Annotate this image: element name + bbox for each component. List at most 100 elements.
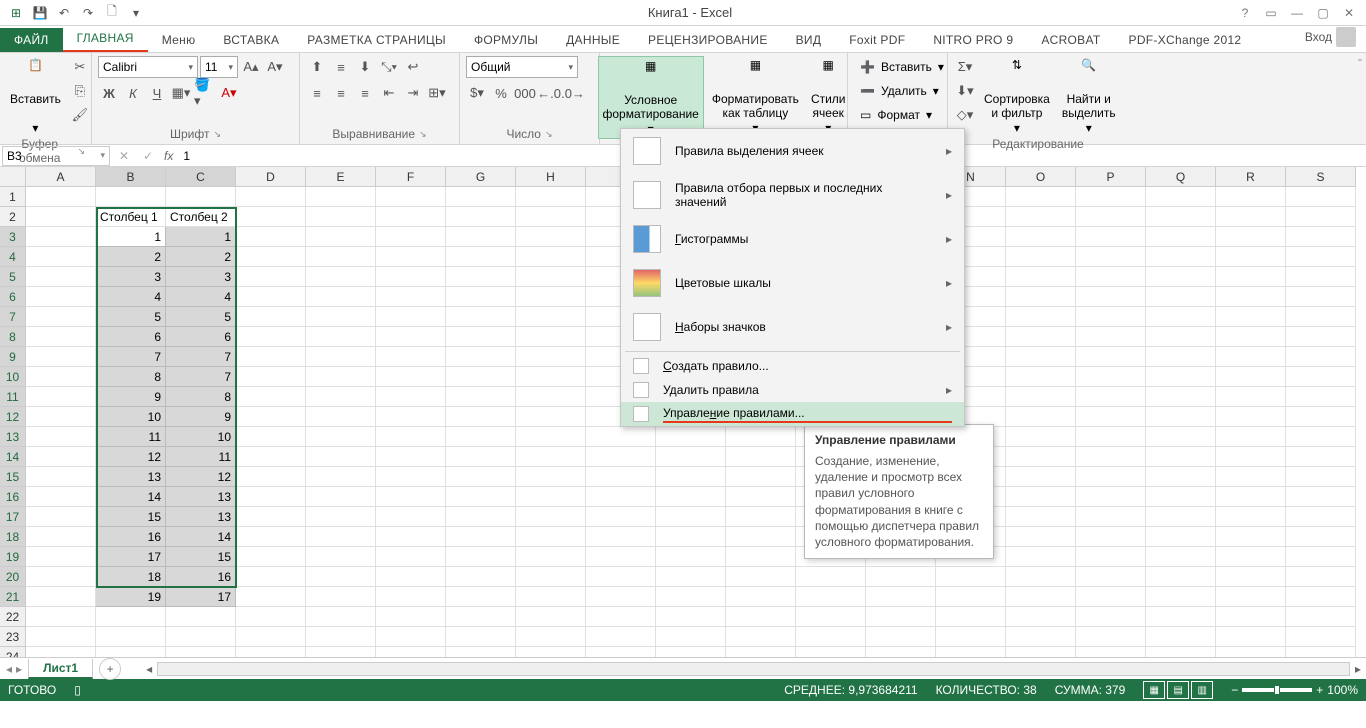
cell[interactable] (376, 427, 446, 447)
cell[interactable] (306, 547, 376, 567)
cell[interactable] (796, 587, 866, 607)
cell[interactable] (446, 267, 516, 287)
sort-filter-button[interactable]: ⇅Сортировка и фильтр▾ (980, 56, 1054, 137)
bold-button[interactable]: Ж (98, 82, 120, 104)
cell[interactable] (1216, 427, 1286, 447)
cell[interactable]: 13 (166, 487, 236, 507)
cell[interactable] (866, 647, 936, 657)
col-header-C[interactable]: C (166, 167, 236, 187)
cell[interactable] (1286, 347, 1356, 367)
cell[interactable] (1006, 247, 1076, 267)
border-button[interactable]: ▦▾ (170, 82, 192, 104)
tab-foxit[interactable]: Foxit PDF (835, 28, 919, 52)
autosum-button[interactable]: Σ▾ (954, 56, 976, 78)
cell[interactable] (376, 527, 446, 547)
row-header[interactable]: 7 (0, 307, 26, 327)
cell[interactable] (516, 227, 586, 247)
cell[interactable] (1076, 367, 1146, 387)
cell[interactable]: 16 (96, 527, 166, 547)
cell[interactable]: 19 (96, 587, 166, 607)
cell[interactable] (1006, 287, 1076, 307)
cell[interactable]: 10 (96, 407, 166, 427)
cell[interactable] (306, 307, 376, 327)
cell[interactable] (516, 507, 586, 527)
cell[interactable] (26, 547, 96, 567)
view-normal-button[interactable]: ▦ (1143, 681, 1165, 699)
cell[interactable] (516, 207, 586, 227)
cell[interactable] (306, 407, 376, 427)
cell[interactable] (446, 187, 516, 207)
font-name-combo[interactable]: Calibri▾ (98, 56, 198, 78)
cell[interactable] (376, 547, 446, 567)
cell[interactable] (376, 307, 446, 327)
cell[interactable]: 9 (166, 407, 236, 427)
cell[interactable]: 9 (96, 387, 166, 407)
cell[interactable] (1076, 327, 1146, 347)
increase-font-button[interactable]: A▴ (240, 56, 262, 78)
tab-insert[interactable]: ВСТАВКА (209, 28, 293, 52)
cell[interactable] (1146, 247, 1216, 267)
cell[interactable] (236, 267, 306, 287)
cell[interactable] (1146, 547, 1216, 567)
accept-formula[interactable]: ✓ (136, 149, 160, 163)
cf-top-bottom-rules[interactable]: Правила отбора первых и последних значен… (621, 173, 964, 217)
cell[interactable] (1216, 547, 1286, 567)
cell[interactable]: Столбец 1 (96, 207, 166, 227)
qat-more[interactable]: ▾ (126, 3, 146, 23)
cell[interactable] (1146, 287, 1216, 307)
cell[interactable] (726, 567, 796, 587)
cell[interactable] (1286, 547, 1356, 567)
cell[interactable] (726, 507, 796, 527)
cell[interactable] (726, 487, 796, 507)
decrease-indent-button[interactable]: ⇤ (378, 82, 400, 104)
col-header-F[interactable]: F (376, 167, 446, 187)
cell[interactable] (1216, 567, 1286, 587)
cell[interactable] (726, 587, 796, 607)
align-middle-button[interactable]: ≡ (330, 56, 352, 78)
cell[interactable] (1146, 447, 1216, 467)
row-header[interactable]: 22 (0, 607, 26, 627)
cell[interactable] (26, 427, 96, 447)
cell[interactable] (586, 527, 656, 547)
cell[interactable] (26, 267, 96, 287)
cell[interactable] (1146, 207, 1216, 227)
cell[interactable]: 11 (96, 427, 166, 447)
wrap-text-button[interactable]: ↩ (402, 56, 424, 78)
cell[interactable] (1216, 607, 1286, 627)
cell[interactable] (376, 327, 446, 347)
cell[interactable] (726, 647, 796, 657)
cell[interactable] (376, 647, 446, 657)
cell[interactable]: 7 (96, 347, 166, 367)
cell[interactable] (446, 567, 516, 587)
col-header-E[interactable]: E (306, 167, 376, 187)
cell[interactable] (26, 587, 96, 607)
zoom-in-button[interactable]: + (1316, 683, 1323, 697)
cell[interactable] (1006, 447, 1076, 467)
cell[interactable] (1286, 327, 1356, 347)
zoom-level[interactable]: 100% (1327, 683, 1358, 697)
insert-cells-button[interactable]: ➕Вставить ▾ (854, 56, 950, 78)
cell[interactable] (656, 587, 726, 607)
row-header[interactable]: 18 (0, 527, 26, 547)
cell[interactable] (1286, 287, 1356, 307)
cell[interactable] (1006, 547, 1076, 567)
cell[interactable] (166, 647, 236, 657)
row-header[interactable]: 4 (0, 247, 26, 267)
cell[interactable] (446, 367, 516, 387)
cell[interactable] (1076, 447, 1146, 467)
cell[interactable]: 17 (96, 547, 166, 567)
cell[interactable] (306, 247, 376, 267)
row-header[interactable]: 19 (0, 547, 26, 567)
row-header[interactable]: 14 (0, 447, 26, 467)
cf-new-rule[interactable]: Создать правило... (621, 354, 964, 378)
cell[interactable] (1006, 207, 1076, 227)
cell[interactable] (1216, 447, 1286, 467)
cell[interactable] (1146, 327, 1216, 347)
align-bottom-button[interactable]: ⬇ (354, 56, 376, 78)
row-header[interactable]: 8 (0, 327, 26, 347)
cell[interactable] (306, 327, 376, 347)
align-top-button[interactable]: ⬆ (306, 56, 328, 78)
cell[interactable] (1286, 447, 1356, 467)
cell[interactable] (446, 387, 516, 407)
row-header[interactable]: 21 (0, 587, 26, 607)
